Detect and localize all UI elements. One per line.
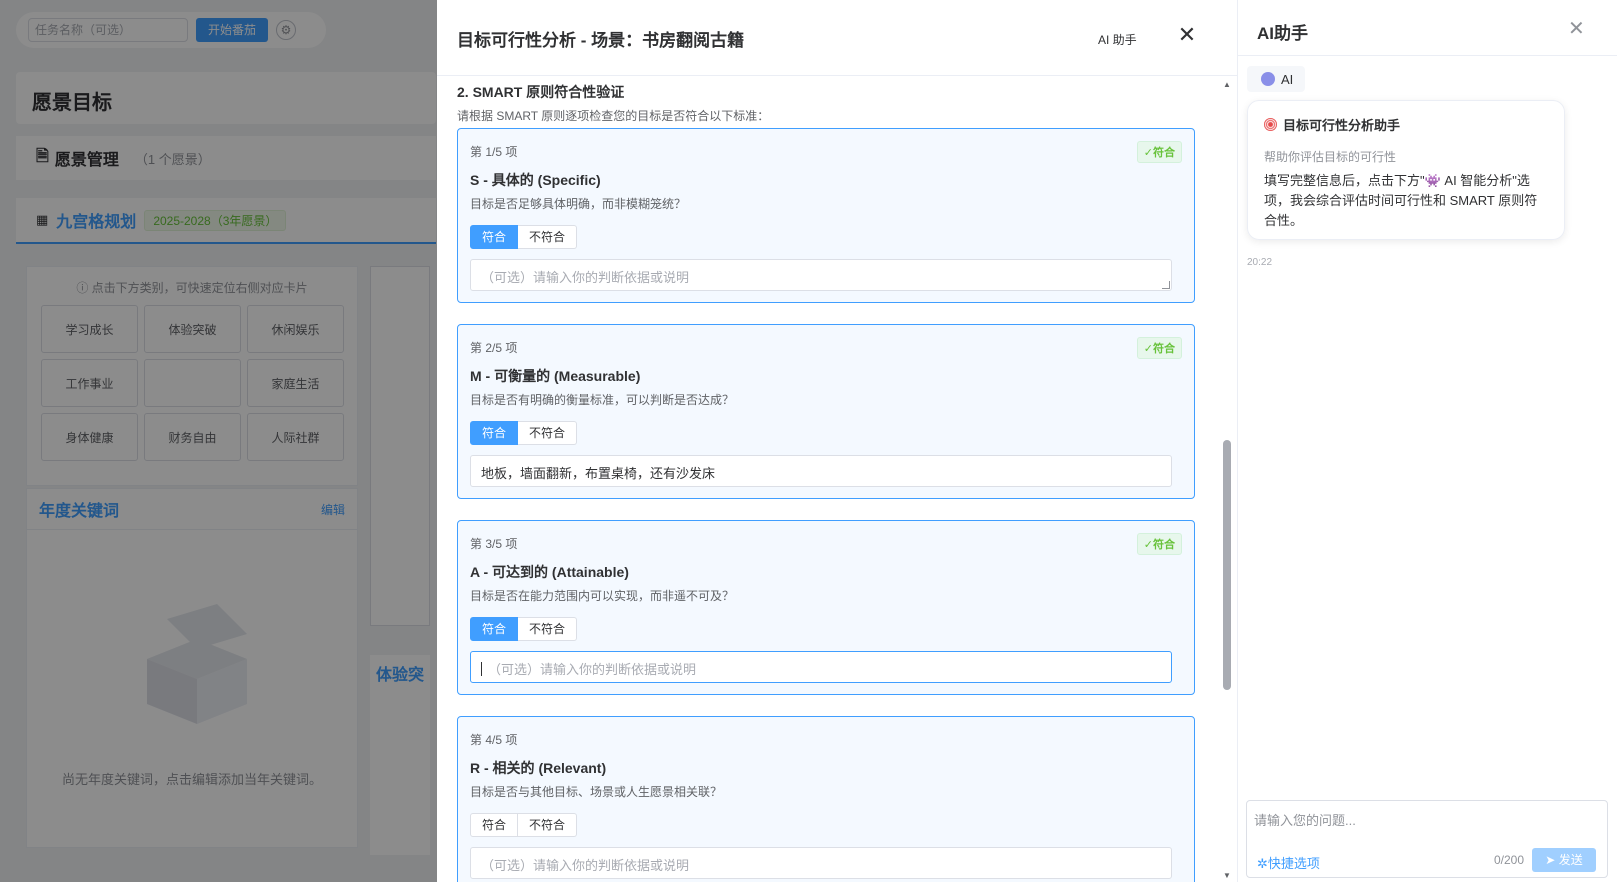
smart-item: 第 4/5 项 R - 相关的 (Relevant) 目标是否与其他目标、场景或… <box>457 716 1195 882</box>
ai-sender-tag: AI <box>1247 66 1306 92</box>
note-textarea[interactable]: （可选）请输入你的判断依据或说明 <box>470 847 1172 879</box>
compliance-toggle: 符合 不符合 <box>470 225 578 249</box>
ai-avatar-icon <box>1261 72 1275 86</box>
item-index: 第 2/5 项 <box>470 341 518 355</box>
item-name: R - 相关的 (Relevant) <box>470 760 607 776</box>
send-icon: ➤ <box>1545 853 1559 867</box>
target-icon <box>1264 118 1277 131</box>
compliance-toggle: 符合 不符合 <box>470 617 578 641</box>
drawer-header: 目标可行性分析 - 场景：书房翻阅古籍 AI 助手 ✕ <box>437 0 1237 76</box>
scroll-down-icon[interactable]: ▼ <box>1223 871 1231 880</box>
ai-message-bubble: 目标可行性分析助手 帮助你评估目标的可行性 填写完整信息后，点击下方"👾 AI … <box>1247 100 1565 240</box>
item-index: 第 3/5 项 <box>470 537 518 551</box>
close-icon[interactable]: ✕ <box>1568 16 1585 41</box>
feasibility-drawer: 目标可行性分析 - 场景：书房翻阅古籍 AI 助手 ✕ 2. SMART 原则符… <box>437 0 1617 882</box>
yes-button[interactable]: 符合 <box>470 813 519 837</box>
status-badge: ✓符合 <box>1136 337 1182 359</box>
bubble-subtitle: 帮助你评估目标的可行性 <box>1264 150 1397 164</box>
item-index: 第 4/5 项 <box>470 733 518 747</box>
bubble-body: 填写完整信息后，点击下方"👾 AI 智能分析"选项，我会综合评估时间可行性和 S… <box>1264 173 1538 228</box>
note-textarea[interactable]: （可选）请输入你的判断依据或说明 <box>470 651 1172 683</box>
status-badge: ✓符合 <box>1136 141 1182 163</box>
yes-button[interactable]: 符合 <box>470 225 519 249</box>
section-description: 请根据 SMART 原则逐项检查您的目标是否符合以下标准： <box>457 109 770 123</box>
ai-panel-title: AI助手 <box>1257 24 1308 43</box>
ai-panel-header: AI助手 ✕ <box>1238 0 1617 56</box>
item-name: S - 具体的 (Specific) <box>470 172 601 188</box>
char-count: 0/200 <box>1494 853 1525 867</box>
ai-assistant-button[interactable]: AI 助手 <box>1098 31 1137 48</box>
item-question: 目标是否在能力范围内可以实现，而非遥不可及？ <box>470 589 735 603</box>
drawer-body: 2. SMART 原则符合性验证 请根据 SMART 原则逐项检查您的目标是否符… <box>437 76 1237 882</box>
item-name: M - 可衡量的 (Measurable) <box>470 368 641 384</box>
smart-item: 第 3/5 项 ✓符合 A - 可达到的 (Attainable) 目标是否在能… <box>457 520 1195 695</box>
chat-input-placeholder: 请输入您的问题... <box>1254 813 1356 828</box>
item-index: 第 1/5 项 <box>470 145 518 159</box>
no-button[interactable]: 不符合 <box>518 421 578 445</box>
item-question: 目标是否与其他目标、场景或人生愿景相关联？ <box>470 785 723 799</box>
no-button[interactable]: 不符合 <box>518 225 578 249</box>
ai-assistant-panel: AI助手 ✕ AI 目标可行性分析助手 帮助你评估目标的可行性 填写完整信息后，… <box>1237 0 1617 882</box>
sparkle-icon: ✲ <box>1257 856 1268 871</box>
drawer-scrollbar[interactable]: ▲ ▼ <box>1220 78 1234 882</box>
chat-input[interactable]: 请输入您的问题... ✲快捷选项 0/200 ➤ 发送 <box>1246 800 1608 878</box>
close-icon[interactable]: ✕ <box>1175 24 1199 48</box>
no-button[interactable]: 不符合 <box>518 813 578 837</box>
quick-options-button[interactable]: ✲快捷选项 <box>1257 853 1320 872</box>
no-button[interactable]: 不符合 <box>518 617 578 641</box>
item-name: A - 可达到的 (Attainable) <box>470 564 629 580</box>
yes-button[interactable]: 符合 <box>470 617 519 641</box>
status-badge: ✓符合 <box>1136 533 1182 555</box>
message-time: 20:22 <box>1247 257 1273 268</box>
send-button[interactable]: ➤ 发送 <box>1532 848 1596 872</box>
compliance-toggle: 符合 不符合 <box>470 421 578 445</box>
smart-item: 第 1/5 项 ✓符合 S - 具体的 (Specific) 目标是否足够具体明… <box>457 128 1195 303</box>
scrollbar-thumb[interactable] <box>1223 440 1231 690</box>
compliance-toggle: 符合 不符合 <box>470 813 578 837</box>
note-textarea[interactable]: 地板，墙面翻新，布置桌椅，还有沙发床 <box>470 455 1172 487</box>
bubble-title: 目标可行性分析助手 <box>1283 118 1401 133</box>
yes-button[interactable]: 符合 <box>470 421 519 445</box>
scroll-up-icon[interactable]: ▲ <box>1223 80 1231 89</box>
drawer-title: 目标可行性分析 - 场景：书房翻阅古籍 <box>457 31 745 50</box>
note-textarea[interactable]: （可选）请输入你的判断依据或说明 <box>470 259 1172 291</box>
item-question: 目标是否足够具体明确，而非模糊笼统？ <box>470 197 687 211</box>
section-title: 2. SMART 原则符合性验证 <box>457 84 625 100</box>
smart-item: 第 2/5 项 ✓符合 M - 可衡量的 (Measurable) 目标是否有明… <box>457 324 1195 499</box>
item-question: 目标是否有明确的衡量标准，可以判断是否达成？ <box>470 393 735 407</box>
ai-sender-label: AI <box>1281 71 1294 87</box>
